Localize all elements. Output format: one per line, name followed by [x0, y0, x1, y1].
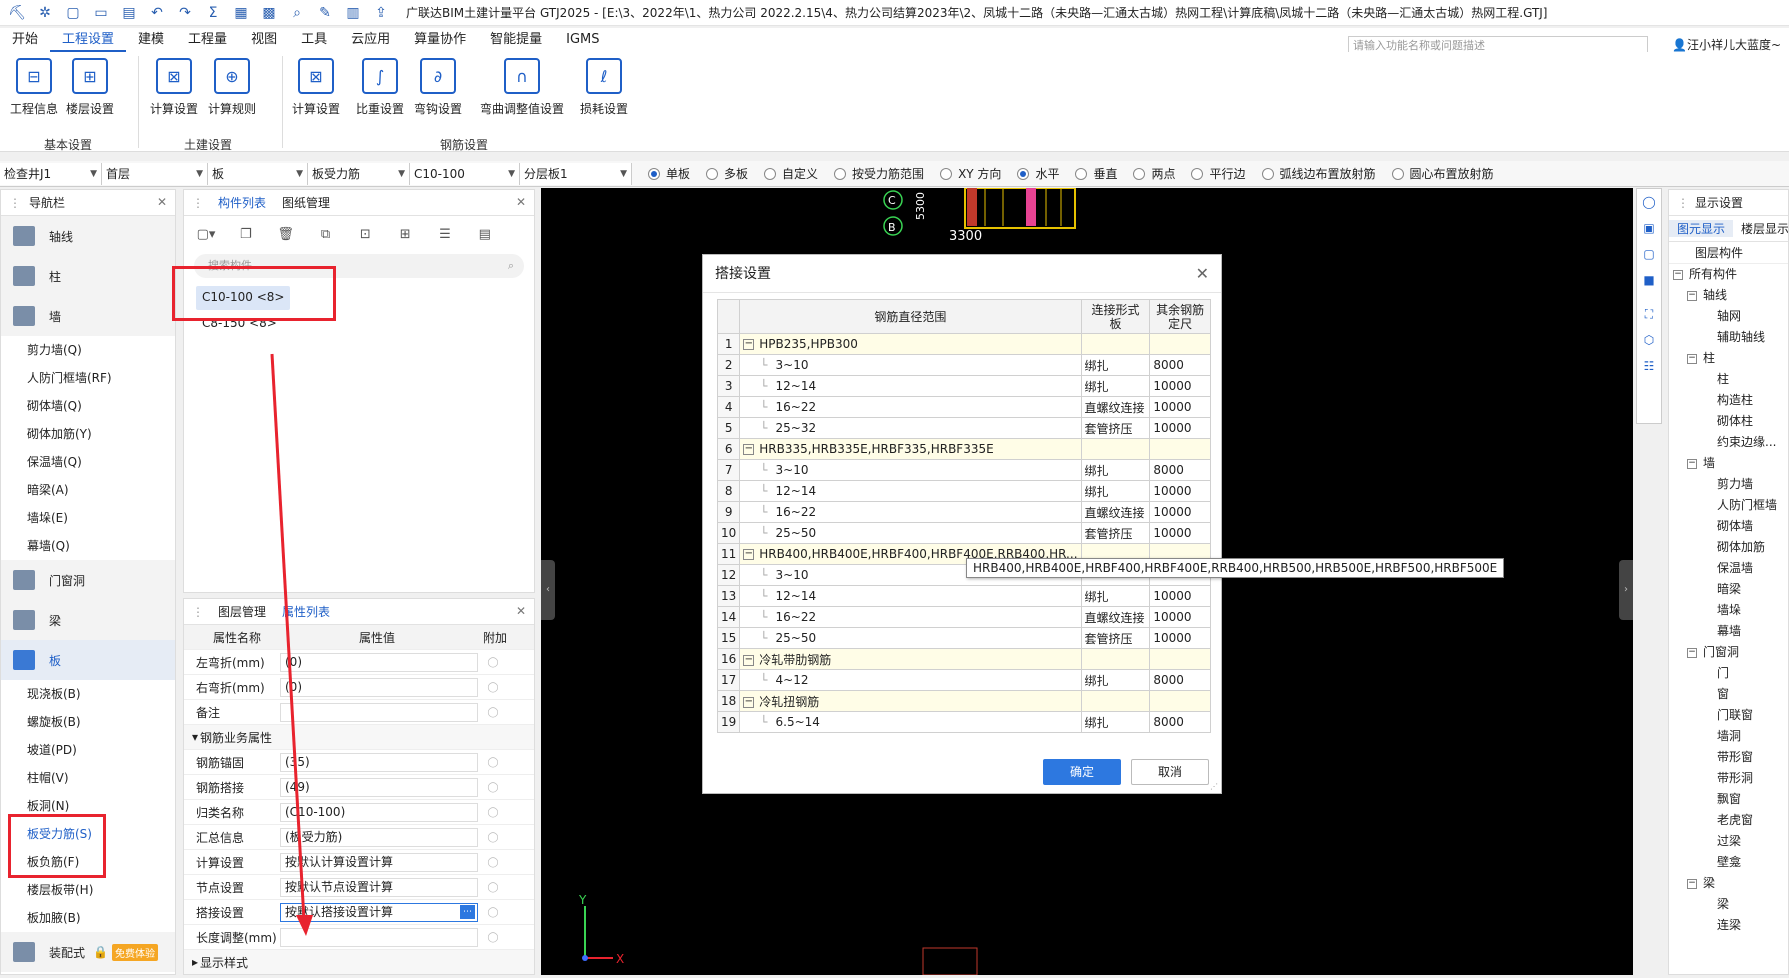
- annotation-arrow: [270, 353, 313, 936]
